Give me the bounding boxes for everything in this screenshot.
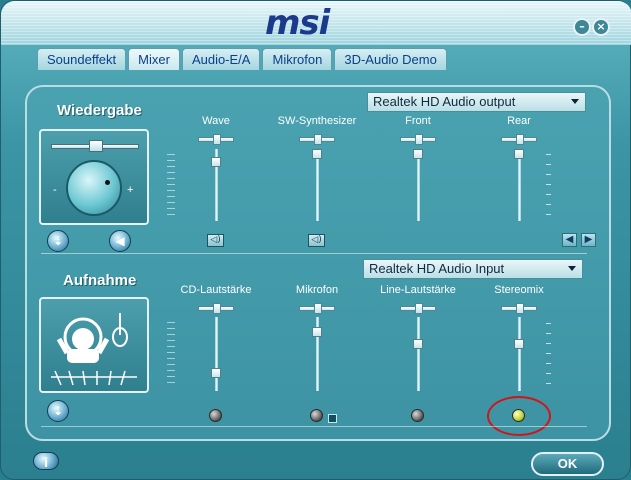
- stereomix-label: Stereomix: [494, 284, 544, 296]
- mikrofon-balance-slider[interactable]: [299, 303, 335, 314]
- wave-balance-thumb[interactable]: [213, 134, 221, 145]
- msi-logo: msi: [265, 3, 330, 43]
- info-button[interactable]: i: [33, 452, 59, 470]
- stereomix-volume-track[interactable]: [518, 317, 521, 391]
- line-lautst-rke-select-indicator[interactable]: [411, 409, 424, 422]
- mikrofon-label: Mikrofon: [295, 284, 339, 296]
- knob-plus-label: +: [127, 184, 134, 196]
- mikrofon-select-indicator[interactable]: [310, 409, 323, 422]
- sw-synthesizer-label: SW-Synthesizer: [277, 115, 357, 127]
- tab-mikrofon[interactable]: Mikrofon: [262, 48, 333, 70]
- wave-volume-thumb[interactable]: [211, 157, 221, 168]
- sw-synthesizer-balance-thumb[interactable]: [314, 134, 322, 145]
- stereomix-scale: [546, 323, 551, 393]
- sw-synth-mute-icon[interactable]: ◁): [308, 234, 325, 247]
- mikrofon-balance-thumb[interactable]: [314, 303, 322, 314]
- recording-box: [39, 297, 149, 393]
- chevron-down-icon: [568, 266, 576, 271]
- master-volume-knob[interactable]: [66, 160, 122, 216]
- recording-person-icon: [51, 313, 137, 386]
- rear-volume-track[interactable]: [518, 149, 521, 221]
- sw-synthesizer-balance-slider[interactable]: [299, 134, 335, 145]
- sw-synthesizer-volume-track[interactable]: [316, 149, 319, 221]
- rear-volume-thumb[interactable]: [514, 149, 524, 159]
- mikrofon-volume-thumb[interactable]: [312, 326, 322, 337]
- stereomix-volume-thumb[interactable]: [514, 339, 524, 350]
- front-label: Front: [405, 115, 431, 127]
- rear-balance-slider[interactable]: [501, 134, 537, 145]
- cd-lautst-rke-volume-thumb[interactable]: [211, 368, 221, 379]
- cd-lautst-rke-select-indicator[interactable]: [209, 409, 222, 422]
- master-volume-box: - +: [39, 129, 149, 225]
- line-lautst-rke-volume-track[interactable]: [417, 317, 420, 391]
- line-lautst-rke-balance-thumb[interactable]: [415, 303, 423, 314]
- stereomix-balance-thumb[interactable]: [516, 303, 524, 314]
- mixer-window: msi – × Soundeffekt Mixer Audio-E/A Mikr…: [0, 0, 631, 480]
- cd-lautst-rke-volume-track[interactable]: [215, 317, 218, 391]
- line-lautst-rke-balance-slider[interactable]: [400, 303, 436, 314]
- sw-synthesizer-volume-thumb[interactable]: [312, 149, 322, 159]
- stereomix-highlight: [487, 396, 551, 436]
- wave-balance-slider[interactable]: [198, 134, 234, 145]
- rear-balance-thumb[interactable]: [516, 134, 524, 145]
- cd-lautst-rke-balance-slider[interactable]: [198, 303, 234, 314]
- playback-scale: [167, 154, 175, 220]
- recording-device-value: Realtek HD Audio Input: [369, 261, 505, 276]
- wave-mute-icon[interactable]: ◁): [207, 234, 224, 247]
- playback-tool-icon[interactable]: ⇣: [47, 230, 69, 252]
- recording-title: Aufnahme: [63, 272, 137, 289]
- tab-bar: Soundeffekt Mixer Audio-E/A Mikrofon 3D-…: [37, 48, 449, 70]
- rear-scale: [546, 154, 551, 224]
- line-lautst-rke-volume-thumb[interactable]: [413, 339, 423, 350]
- front-volume-thumb[interactable]: [413, 149, 423, 159]
- cd-lautst-rke-balance-thumb[interactable]: [213, 303, 221, 314]
- recording-tool-icon[interactable]: ⇣: [47, 400, 69, 422]
- recording-device-select[interactable]: Realtek HD Audio Input: [363, 259, 583, 279]
- tab-soundeffekt[interactable]: Soundeffekt: [37, 48, 127, 70]
- playback-device-select[interactable]: Realtek HD Audio output: [367, 92, 586, 112]
- playback-device-value: Realtek HD Audio output: [373, 94, 516, 109]
- front-balance-slider[interactable]: [400, 134, 436, 145]
- tab-mixer[interactable]: Mixer: [128, 48, 180, 70]
- playback-title: Wiedergabe: [57, 102, 142, 119]
- stereomix-balance-slider[interactable]: [501, 303, 537, 314]
- ok-button[interactable]: OK: [531, 452, 604, 476]
- next-channels-button[interactable]: ▶: [581, 233, 596, 247]
- mic-boost-checkbox[interactable]: [328, 414, 337, 423]
- tab-3d-audio-demo[interactable]: 3D-Audio Demo: [334, 48, 447, 70]
- master-balance-thumb[interactable]: [89, 140, 103, 152]
- speaker-mute-icon[interactable]: ◀: [109, 230, 131, 252]
- knob-minus-label: -: [53, 184, 57, 196]
- front-volume-track[interactable]: [417, 149, 420, 221]
- rear-label: Rear: [507, 115, 531, 127]
- chevron-down-icon: [571, 99, 579, 104]
- previous-channels-button[interactable]: ◀: [562, 233, 577, 247]
- cd-lautst-rke-label: CD-Lautstärke: [180, 284, 252, 296]
- minimize-button[interactable]: –: [573, 18, 591, 36]
- line-lautst-rke-label: Line-Lautstärke: [380, 284, 456, 296]
- close-button[interactable]: ×: [592, 18, 610, 36]
- wave-label: Wave: [202, 115, 230, 127]
- recording-scale: [167, 322, 175, 388]
- tab-audio-ea[interactable]: Audio-E/A: [181, 48, 261, 70]
- front-balance-thumb[interactable]: [415, 134, 423, 145]
